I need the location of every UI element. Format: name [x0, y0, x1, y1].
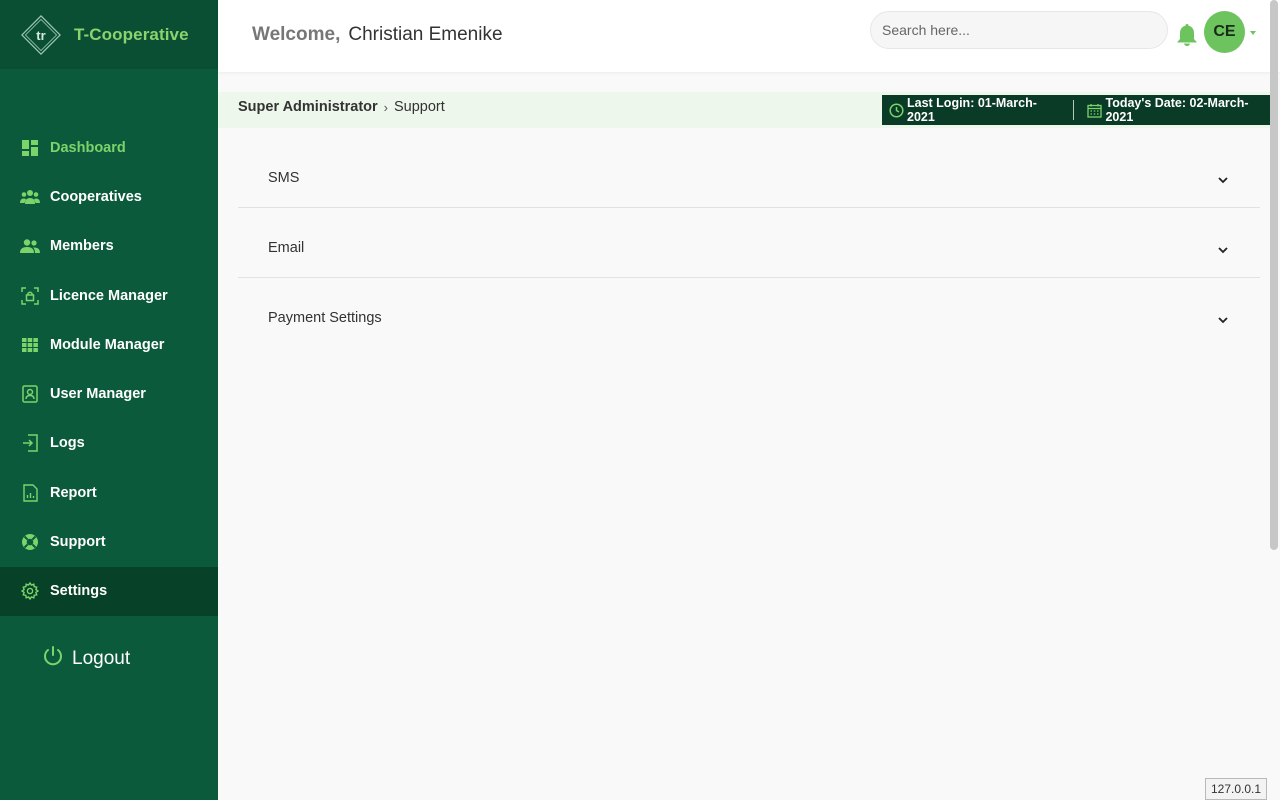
info-divider — [1072, 100, 1074, 120]
sidebar-item-label: Settings — [50, 583, 108, 600]
top-header: Welcome, Christian Emenike CE — [218, 0, 1280, 72]
search-input[interactable] — [870, 11, 1168, 49]
logout-button[interactable]: Logout — [42, 645, 130, 672]
licence-icon — [20, 286, 40, 306]
scrollbar[interactable] — [1270, 0, 1278, 550]
avatar[interactable]: CE — [1204, 11, 1245, 53]
power-icon — [42, 645, 64, 672]
sidebar-item-logs[interactable]: Logs — [0, 419, 218, 468]
chevron-down-icon — [1218, 312, 1228, 330]
notification-bell-icon[interactable] — [1176, 23, 1198, 47]
brand-logo-letters: tr — [36, 28, 45, 43]
brand[interactable]: tr T-Cooperative — [0, 0, 218, 69]
welcome-label: Welcome, — [252, 24, 341, 45]
chevron-down-icon — [1218, 242, 1228, 260]
sidebar-nav: Dashboard Cooperatives Members Licence M… — [0, 123, 218, 616]
clock-icon — [889, 102, 904, 118]
user-name: Christian Emenike — [348, 24, 503, 45]
sidebar-item-cooperatives[interactable]: Cooperatives — [0, 172, 218, 221]
report-icon — [20, 483, 40, 503]
sidebar-item-label: Dashboard — [50, 139, 126, 156]
sidebar-item-support[interactable]: Support — [0, 517, 218, 566]
sidebar: tr T-Cooperative Dashboard Cooperatives … — [0, 0, 218, 800]
today-date: Today's Date: 02-March-2021 — [1084, 96, 1274, 124]
grid-icon — [20, 335, 40, 355]
welcome-text: Welcome, Christian Emenike — [252, 24, 503, 46]
calendar-icon — [1087, 103, 1103, 118]
today-date-text: Today's Date: 02-March-2021 — [1105, 96, 1249, 124]
sidebar-item-label: Members — [50, 238, 114, 255]
sidebar-item-label: Report — [50, 484, 97, 501]
accordion-email[interactable]: Email — [238, 240, 1260, 278]
gear-icon — [20, 581, 40, 601]
sidebar-item-label: Licence Manager — [50, 287, 168, 304]
chevron-down-icon[interactable] — [1250, 31, 1256, 35]
logout-label: Logout — [72, 647, 131, 669]
sidebar-item-label: User Manager — [50, 386, 146, 403]
sidebar-item-user-manager[interactable]: User Manager — [0, 369, 218, 418]
login-icon — [20, 433, 40, 453]
sidebar-item-module-manager[interactable]: Module Manager — [0, 320, 218, 369]
breadcrumb: Super Administrator › Support — [238, 99, 445, 115]
accordion-title: Email — [268, 240, 305, 256]
lifebuoy-icon — [20, 532, 40, 552]
people-icon — [20, 236, 40, 256]
accordion-title: Payment Settings — [268, 310, 382, 326]
sidebar-item-dashboard[interactable]: Dashboard — [0, 123, 218, 172]
breadcrumb-current: Support — [394, 99, 445, 115]
sidebar-item-label: Module Manager — [50, 336, 165, 353]
session-info-box: Last Login: 01-March-2021 Today's Date: … — [882, 95, 1274, 125]
host-badge: 127.0.0.1 — [1205, 778, 1267, 800]
accordion-title: SMS — [268, 170, 300, 186]
sidebar-item-settings[interactable]: Settings — [0, 566, 218, 616]
breadcrumb-root[interactable]: Super Administrator — [238, 99, 378, 115]
sidebar-item-label: Logs — [50, 435, 85, 452]
breadcrumb-bar: Super Administrator › Support Last Login… — [218, 92, 1274, 128]
brand-logo-icon: tr — [20, 14, 62, 56]
sidebar-item-label: Support — [50, 534, 106, 551]
last-login: Last Login: 01-March-2021 — [882, 96, 1063, 124]
user-badge-icon — [20, 384, 40, 404]
accordion-sms[interactable]: SMS — [238, 170, 1260, 208]
last-login-text: Last Login: 01-March-2021 — [907, 96, 1037, 124]
sidebar-item-label: Cooperatives — [50, 188, 142, 205]
sidebar-item-licence-manager[interactable]: Licence Manager — [0, 271, 218, 320]
breadcrumb-separator: › — [383, 99, 388, 115]
chevron-down-icon — [1218, 172, 1228, 190]
brand-name: T-Cooperative — [74, 24, 189, 44]
accordion-payment-settings[interactable]: Payment Settings — [238, 310, 1260, 348]
sidebar-item-report[interactable]: Report — [0, 468, 218, 517]
sidebar-item-members[interactable]: Members — [0, 222, 218, 271]
dashboard-icon — [20, 138, 40, 158]
group-icon — [20, 187, 40, 207]
